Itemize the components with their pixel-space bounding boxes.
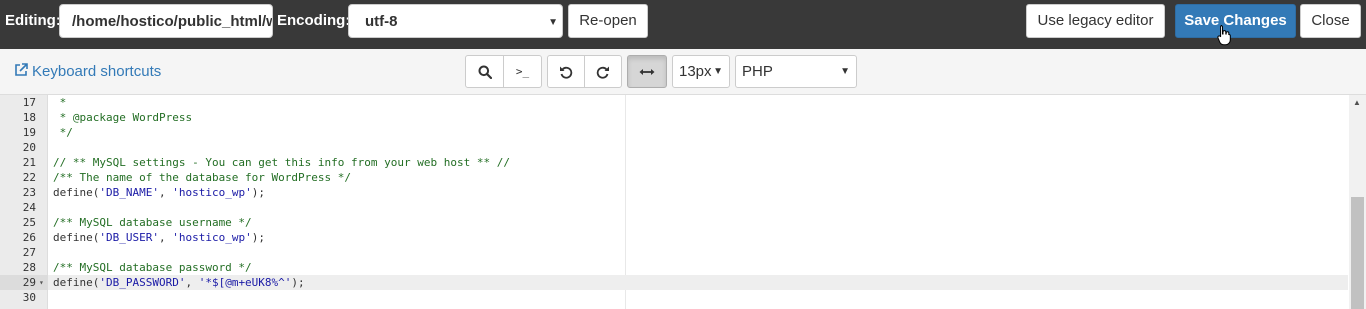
line-number: 27 (22, 246, 36, 259)
font-size-value: 13px (679, 63, 712, 80)
keyboard-shortcuts-label: Keyboard shortcuts (32, 63, 162, 80)
line-number: 23 (22, 186, 36, 199)
code-line[interactable]: 24 (0, 200, 1348, 215)
line-number: 30 (22, 291, 36, 304)
code-line[interactable]: 29 ▾ define('DB_PASSWORD', '*$[@m+eUK8%^')… (0, 275, 1348, 290)
fold-toggle-icon[interactable]: ▾ (39, 275, 44, 290)
code-line[interactable]: 17 * (0, 95, 1348, 110)
line-number: 18 (22, 111, 36, 124)
chevron-down-icon: ▼ (548, 17, 558, 28)
code-text: /** MySQL database username */ (53, 216, 252, 229)
encoding-value: utf-8 (365, 13, 398, 30)
code-line[interactable]: 20 (0, 140, 1348, 155)
code-editor[interactable]: 17 * 18 * @package WordPress 19 */20 21// *… (0, 95, 1366, 309)
search-button[interactable] (465, 55, 504, 88)
line-number: 17 (22, 96, 36, 109)
chevron-down-icon: ▼ (713, 66, 723, 77)
code-line[interactable]: 23 define('DB_NAME', 'hostico_wp'); (0, 185, 1348, 200)
line-number: 25 (22, 216, 36, 229)
code-line[interactable]: 21 // ** MySQL settings - You can get thi… (0, 155, 1348, 170)
code-line[interactable]: 28 /** MySQL database password */ (0, 260, 1348, 275)
code-line[interactable]: 27 (0, 245, 1348, 260)
encoding-label: Encoding: (277, 12, 351, 29)
font-size-select[interactable]: 13px ▼ (672, 55, 730, 88)
file-path-field[interactable]: /home/hostico/public_html/wp-config.php (59, 4, 273, 38)
line-number: 28 (22, 261, 36, 274)
editing-label: Editing: (5, 12, 61, 29)
word-wrap-toggle[interactable] (627, 55, 667, 88)
editor-header: Editing: /home/hostico/public_html/wp-co… (0, 0, 1366, 49)
redo-button[interactable] (584, 55, 622, 88)
code-line[interactable]: 30 (0, 290, 1348, 305)
code-text: // ** MySQL settings - You can get this … (53, 156, 510, 169)
vertical-scrollbar[interactable]: ▲ (1349, 95, 1366, 309)
encoding-select[interactable]: utf-8 ▼ (348, 4, 563, 38)
command-line-button[interactable]: >_ (503, 55, 542, 88)
code-text: */ (53, 126, 73, 139)
code-line[interactable]: 25 /** MySQL database username */ (0, 215, 1348, 230)
line-number: 26 (22, 231, 36, 244)
code-line[interactable]: 26 define('DB_USER', 'hostico_wp'); (0, 230, 1348, 245)
syntax-mode-select[interactable]: PHP ▼ (735, 55, 857, 88)
terminal-icon: >_ (515, 65, 530, 78)
search-icon (478, 65, 492, 79)
scrollbar-thumb[interactable] (1351, 197, 1364, 309)
chevron-down-icon: ▼ (840, 66, 850, 77)
reopen-button[interactable]: Re-open (568, 4, 648, 38)
line-number: 24 (22, 201, 36, 214)
line-number: 22 (22, 171, 36, 184)
hand-cursor-icon (1217, 25, 1231, 46)
line-number: 19 (22, 126, 36, 139)
code-text: /** MySQL database password */ (53, 261, 252, 274)
scroll-up-icon[interactable]: ▲ (1353, 98, 1361, 107)
external-link-icon (15, 63, 28, 76)
code-line[interactable]: 22 /** The name of the database for WordP… (0, 170, 1348, 185)
code-text: * @package WordPress (53, 111, 193, 124)
code-text: define('DB_USER', 'hostico_wp'); (53, 231, 265, 244)
undo-icon (560, 66, 573, 79)
code-text: define('DB_PASSWORD', '*$[@m+eUK8%^'); (53, 276, 305, 289)
code-text: * (53, 96, 67, 109)
undo-button[interactable] (547, 55, 585, 88)
keyboard-shortcuts-link[interactable]: Keyboard shortcuts (14, 63, 161, 81)
line-number: 21 (22, 156, 36, 169)
close-button[interactable]: Close (1300, 4, 1361, 38)
code-text: define('DB_NAME', 'hostico_wp'); (53, 186, 265, 199)
save-changes-button[interactable]: Save Changes (1175, 4, 1296, 38)
editor-toolbar: Keyboard shortcuts >_ 13px ▼ PHP ▼ (0, 49, 1366, 95)
code-line[interactable]: 19 */ (0, 125, 1348, 140)
code-line[interactable]: 18 * @package WordPress (0, 110, 1348, 125)
syntax-mode-value: PHP (742, 63, 773, 80)
code-text: /** The name of the database for WordPre… (53, 171, 352, 184)
wrap-icon (639, 68, 655, 75)
use-legacy-editor-button[interactable]: Use legacy editor (1026, 4, 1165, 38)
line-number: 20 (22, 141, 36, 154)
redo-icon (596, 66, 609, 79)
